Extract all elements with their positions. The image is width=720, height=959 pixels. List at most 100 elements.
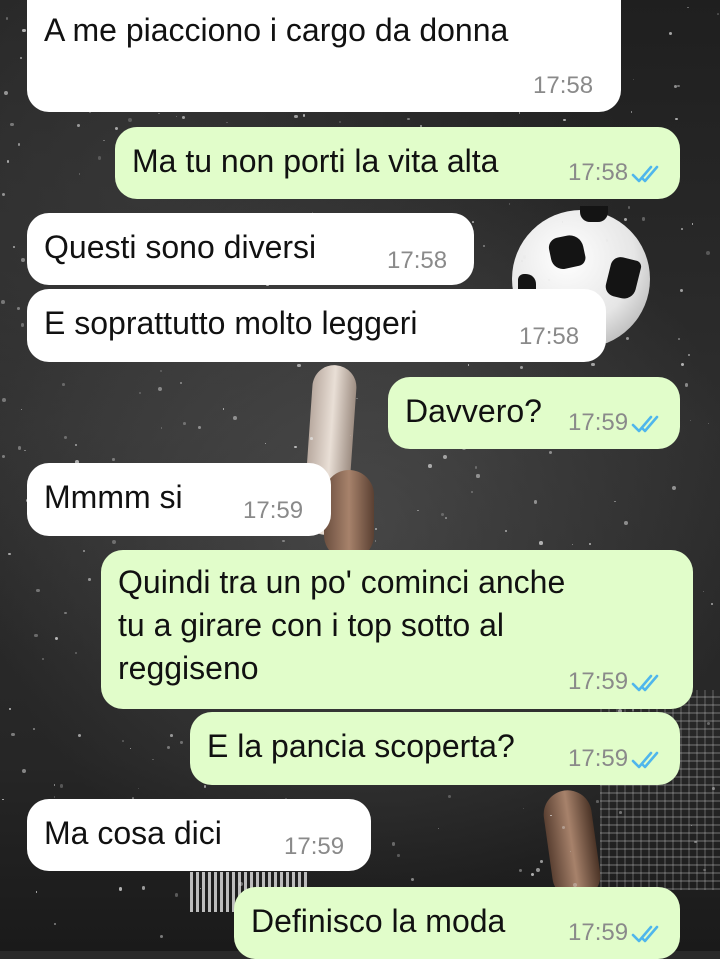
rain-speck [535, 868, 540, 873]
rain-speck [158, 112, 160, 114]
read-double-check-icon [631, 923, 665, 945]
message-bubble-outgoing[interactable]: Ma tu non porti la vita alta 17:58 [115, 127, 680, 199]
message-text-line: Quindi tra un po' cominci anche [118, 564, 566, 600]
rain-speck [103, 139, 105, 141]
rain-speck [41, 657, 44, 660]
rain-speck [614, 500, 616, 503]
message-bubble-incoming[interactable]: Questi sono diversi 17:58 [27, 213, 474, 285]
message-text: Ma cosa dici [44, 815, 222, 851]
rain-speck [678, 338, 681, 341]
rain-speck [467, 364, 470, 367]
rain-speck [129, 747, 132, 750]
rain-speck [474, 466, 478, 470]
rain-speck [160, 370, 163, 373]
rain-speck [78, 173, 80, 175]
message-text-line: tu a girare con i top sotto al [118, 607, 504, 643]
rain-speck [2, 798, 4, 801]
message-text: E la pancia scoperta? [207, 728, 515, 764]
rain-speck [157, 386, 162, 391]
rain-speck [19, 57, 22, 60]
rain-speck [170, 733, 174, 737]
message-bubble-outgoing[interactable]: Davvero? 17:59 [388, 377, 680, 449]
rain-speck [641, 217, 646, 222]
rain-speck [264, 443, 267, 445]
message-text: A me piacciono i cargo da donna [44, 12, 509, 48]
rain-speck [707, 422, 710, 425]
rain-speck [689, 419, 692, 422]
rain-speck [24, 449, 26, 452]
rain-speck [112, 540, 117, 544]
rain-speck [476, 474, 480, 478]
message-bubble-incoming[interactable]: E soprattutto molto leggeri 17:58 [27, 289, 606, 362]
rain-speck [706, 251, 711, 256]
rain-speck [77, 124, 80, 128]
rain-speck [53, 784, 56, 786]
rain-speck [17, 446, 21, 450]
rain-speck [687, 354, 690, 357]
message-text: Ma tu non porti la vita alta [132, 143, 499, 179]
rain-speck [626, 336, 630, 340]
rain-speck [122, 740, 124, 742]
message-bubble-incoming[interactable]: Ma cosa dici 17:59 [27, 799, 371, 871]
rain-speck [127, 118, 132, 122]
rain-speck [35, 588, 40, 593]
rain-speck [448, 794, 452, 798]
rain-speck [686, 6, 689, 9]
message-timestamp: 17:59 [568, 745, 629, 772]
rain-speck [680, 362, 685, 367]
rain-speck [519, 366, 524, 370]
rain-speck [74, 443, 78, 447]
rain-speck [522, 255, 526, 259]
rain-speck [21, 769, 26, 774]
rain-speck [684, 383, 689, 387]
rain-speck [226, 121, 229, 124]
rain-speck [441, 512, 445, 517]
message-timestamp: 17:58 [519, 323, 580, 350]
rain-speck [138, 788, 140, 790]
rain-speck [2, 455, 6, 459]
rain-speck [397, 854, 400, 857]
rain-speck [523, 807, 525, 810]
read-double-check-icon [631, 413, 665, 435]
rain-speck [54, 636, 58, 640]
rain-speck [2, 193, 6, 197]
message-bubble-incoming[interactable]: Mmmm si 17:59 [27, 463, 331, 536]
rain-speck [671, 485, 676, 490]
rain-speck [11, 732, 15, 737]
message-timestamp: 17:59 [568, 409, 629, 436]
rain-speck [35, 891, 38, 893]
message-bubble-outgoing[interactable]: E la pancia scoperta? 17:59 [190, 712, 680, 785]
rain-speck [62, 382, 65, 386]
message-timestamp: 17:59 [568, 919, 629, 946]
rain-speck [20, 323, 25, 328]
rain-speck [596, 800, 600, 803]
message-timestamp: 17:58 [533, 72, 594, 99]
rain-speck [674, 84, 678, 88]
rain-speck [98, 156, 102, 160]
rain-speck [223, 408, 225, 410]
rain-speck [152, 759, 154, 761]
rain-speck [141, 886, 146, 891]
rain-speck [297, 363, 301, 368]
rain-speck [197, 425, 201, 429]
message-timestamp: 17:58 [387, 247, 448, 274]
rain-speck [530, 872, 535, 877]
message-timestamp: 17:58 [568, 159, 629, 186]
rain-speck [176, 115, 178, 117]
message-text: Questi sono diversi [44, 229, 317, 265]
message-text: Mmmm si [44, 479, 183, 515]
message-bubble-outgoing[interactable]: Definisco la moda 17:59 [234, 887, 680, 959]
rain-speck [374, 540, 377, 543]
rain-speck [22, 28, 26, 33]
message-bubble-outgoing[interactable]: Quindi tra un po' cominci anche tu a gir… [101, 550, 693, 709]
rain-speck [118, 887, 123, 891]
rain-speck [563, 118, 566, 122]
read-double-check-icon [631, 749, 665, 771]
rain-speck [182, 422, 186, 426]
rain-speck [160, 427, 163, 429]
message-bubble-incoming[interactable]: A me piacciono i cargo da donna 17:58 [27, 0, 621, 112]
rain-speck [630, 111, 633, 113]
rain-speck [571, 543, 573, 546]
message-text: E soprattutto molto leggeri [44, 305, 418, 341]
rain-speck [549, 450, 553, 454]
